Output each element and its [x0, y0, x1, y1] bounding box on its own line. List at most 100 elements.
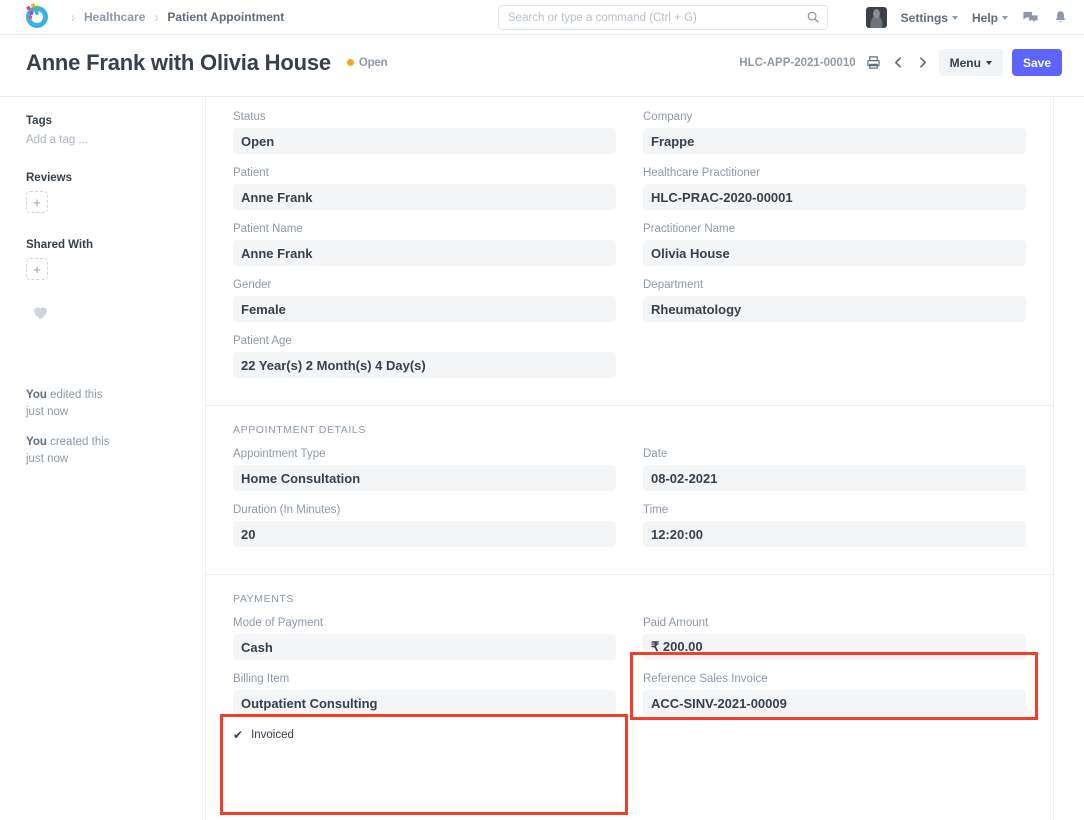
field-value-patient-age[interactable]: 22 Year(s) 2 Month(s) 4 Day(s): [233, 352, 616, 378]
field-status: Status Open: [233, 111, 616, 154]
field-label: Practitioner Name: [643, 223, 1026, 235]
activity-action: created this: [47, 436, 110, 448]
form-column-right: Date 08-02-2021 Time 12:20:00: [643, 448, 1026, 560]
field-appointment-type: Appointment Type Home Consultation: [233, 448, 616, 491]
status-dot-icon: [347, 59, 354, 66]
search-icon[interactable]: [806, 10, 820, 24]
avatar[interactable]: [866, 7, 887, 28]
save-button[interactable]: Save: [1012, 49, 1062, 76]
field-label: Patient Name: [233, 223, 616, 235]
menu-button-label: Menu: [950, 56, 981, 70]
breadcrumb-separator-icon: ›: [71, 8, 75, 26]
add-tag-input[interactable]: Add a tag ...: [26, 134, 205, 146]
field-company: Company Frappe: [643, 111, 1026, 154]
next-document-icon[interactable]: [915, 56, 930, 69]
form-sidebar: Tags Add a tag ... Reviews + Shared With…: [0, 97, 205, 482]
field-paid-amount: Paid Amount ₹ 200.00: [643, 617, 1026, 660]
breadcrumb-separator-icon: ›: [154, 8, 158, 26]
activity-actor: You: [26, 389, 47, 401]
field-value-healthcare-practitioner[interactable]: HLC-PRAC-2020-00001: [643, 184, 1026, 210]
field-value-company[interactable]: Frappe: [643, 128, 1026, 154]
add-shared-user-button[interactable]: +: [26, 258, 48, 280]
bell-icon[interactable]: [1053, 10, 1068, 25]
field-value-time[interactable]: 12:20:00: [643, 521, 1026, 547]
checkbox-invoiced[interactable]: ✔ Invoiced: [233, 729, 616, 741]
field-patient: Patient Anne Frank: [233, 167, 616, 210]
form-section-payments: PAYMENTS Mode of Payment Cash Billing It…: [206, 574, 1053, 755]
field-label: Status: [233, 111, 616, 123]
field-value-patient-name[interactable]: Anne Frank: [233, 240, 616, 266]
field-value-reference-sales-invoice[interactable]: ACC-SINV-2021-00009: [643, 690, 1026, 716]
page-header: Anne Frank with Olivia House Open HLC-AP…: [0, 35, 1084, 97]
field-value-appointment-type[interactable]: Home Consultation: [233, 465, 616, 491]
form-column-left: Mode of Payment Cash Billing Item Outpat…: [233, 617, 616, 741]
page-body: Tags Add a tag ... Reviews + Shared With…: [0, 97, 1084, 820]
form-column-left: Status Open Patient Anne Frank Patient N…: [233, 111, 616, 391]
breadcrumb: › Healthcare › Patient Appointment: [62, 10, 284, 24]
section-heading-appointment-details: APPOINTMENT DETAILS: [233, 424, 1026, 436]
settings-dropdown[interactable]: Settings: [901, 11, 958, 25]
form-column-right: Paid Amount ₹ 200.00 Reference Sales Inv…: [643, 617, 1026, 741]
field-billing-item: Billing Item Outpatient Consulting: [233, 673, 616, 716]
field-healthcare-practitioner: Healthcare Practitioner HLC-PRAC-2020-00…: [643, 167, 1026, 210]
activity-item-created: You created this just now: [26, 434, 205, 467]
field-value-paid-amount[interactable]: ₹ 200.00: [643, 634, 1026, 660]
reviews-heading: Reviews: [26, 172, 205, 184]
frappe-logo-icon[interactable]: [26, 6, 48, 28]
field-label: Billing Item: [233, 673, 616, 685]
sidebar-section-shared-with: Shared With +: [26, 239, 205, 280]
field-label: Gender: [233, 279, 616, 291]
help-dropdown[interactable]: Help: [972, 11, 1008, 25]
field-value-date[interactable]: 08-02-2021: [643, 465, 1026, 491]
check-icon: ✔: [233, 729, 243, 741]
shared-with-heading: Shared With: [26, 239, 205, 251]
field-patient-age: Patient Age 22 Year(s) 2 Month(s) 4 Day(…: [233, 335, 616, 378]
breadcrumb-item-patient-appointment[interactable]: Patient Appointment: [167, 10, 284, 24]
navbar-right-actions: Settings Help: [866, 0, 1068, 35]
field-practitioner-name: Practitioner Name Olivia House: [643, 223, 1026, 266]
field-value-duration[interactable]: 20: [233, 521, 616, 547]
previous-document-icon[interactable]: [891, 56, 906, 69]
field-label: Duration (In Minutes): [233, 504, 616, 516]
field-value-billing-item[interactable]: Outpatient Consulting: [233, 690, 616, 716]
field-label: Date: [643, 448, 1026, 460]
field-reference-sales-invoice: Reference Sales Invoice ACC-SINV-2021-00…: [643, 673, 1026, 716]
field-label: Department: [643, 279, 1026, 291]
global-search: [498, 5, 828, 30]
field-label: Appointment Type: [233, 448, 616, 460]
add-review-button[interactable]: +: [26, 191, 48, 213]
activity-actor: You: [26, 436, 47, 448]
field-date: Date 08-02-2021: [643, 448, 1026, 491]
activity-item-edited: You edited this just now: [26, 387, 205, 420]
field-label: Healthcare Practitioner: [643, 167, 1026, 179]
field-label: Mode of Payment: [233, 617, 616, 629]
form-column-right: Company Frappe Healthcare Practitioner H…: [643, 111, 1026, 391]
menu-button[interactable]: Menu: [939, 49, 1003, 76]
field-value-gender[interactable]: Female: [233, 296, 616, 322]
field-value-mode-of-payment[interactable]: Cash: [233, 634, 616, 660]
activity-log: You edited this just now You created thi…: [26, 387, 205, 468]
field-value-patient[interactable]: Anne Frank: [233, 184, 616, 210]
field-value-department[interactable]: Rheumatology: [643, 296, 1026, 322]
search-input[interactable]: [498, 5, 828, 30]
form-column-left: Appointment Type Home Consultation Durat…: [233, 448, 616, 560]
field-patient-name: Patient Name Anne Frank: [233, 223, 616, 266]
chat-icon[interactable]: [1022, 9, 1039, 26]
checkbox-invoiced-label: Invoiced: [251, 729, 294, 741]
page-title: Anne Frank with Olivia House Open: [26, 50, 387, 76]
field-label: Paid Amount: [643, 617, 1026, 629]
settings-label: Settings: [901, 11, 948, 25]
status-badge[interactable]: Open: [347, 57, 388, 69]
like-heart-icon[interactable]: [33, 306, 48, 325]
form-section-appointment-details: APPOINTMENT DETAILS Appointment Type Hom…: [206, 405, 1053, 574]
form-card: Status Open Patient Anne Frank Patient N…: [205, 97, 1054, 820]
field-value-status[interactable]: Open: [233, 128, 616, 154]
chevron-down-icon: [952, 16, 958, 20]
print-icon[interactable]: [865, 55, 882, 70]
activity-action: edited this: [47, 389, 103, 401]
top-navbar: › Healthcare › Patient Appointment Setti…: [0, 0, 1084, 35]
page-actions: HLC-APP-2021-00010 Menu Save: [739, 49, 1062, 76]
field-value-practitioner-name[interactable]: Olivia House: [643, 240, 1026, 266]
field-gender: Gender Female: [233, 279, 616, 322]
breadcrumb-item-healthcare[interactable]: Healthcare: [84, 10, 145, 24]
